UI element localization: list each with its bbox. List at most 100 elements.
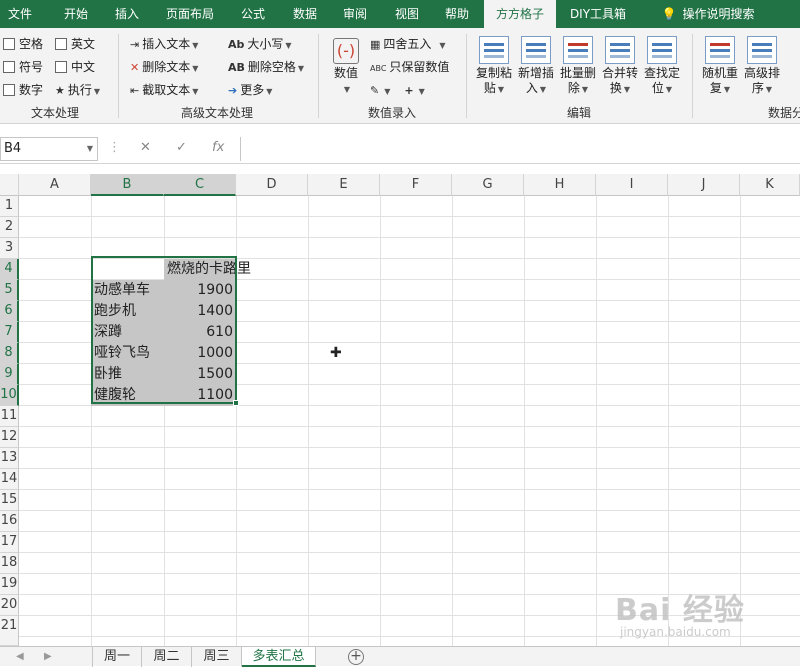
advanced-sort-button[interactable]: 高级排序 ▼ bbox=[742, 34, 782, 102]
checkbox-symbol[interactable]: 符号 bbox=[3, 57, 43, 77]
more-button[interactable]: ➔ 更多 ▼ bbox=[228, 80, 272, 100]
insert-new-button[interactable]: 新增插入 ▼ bbox=[516, 34, 556, 102]
row-header-5[interactable]: 5 bbox=[0, 280, 19, 301]
sheet-tab-monday[interactable]: 周一 bbox=[92, 647, 142, 667]
tab-view[interactable]: 视图 bbox=[384, 0, 430, 28]
row-header-3[interactable]: 3 bbox=[0, 238, 19, 259]
batch-delete-label-1: 批量删 bbox=[559, 66, 596, 80]
tab-file[interactable]: 文件 bbox=[0, 0, 40, 28]
case-button[interactable]: Ab 大小写 ▼ bbox=[228, 34, 292, 54]
row-header-12[interactable]: 12 bbox=[0, 427, 19, 448]
selection-border bbox=[91, 256, 237, 404]
column-header-i[interactable]: I bbox=[596, 174, 668, 196]
column-header-b[interactable]: B bbox=[91, 174, 164, 196]
checkbox-icon bbox=[3, 61, 15, 73]
column-header-j[interactable]: J bbox=[668, 174, 740, 196]
row-header-7[interactable]: 7 bbox=[0, 322, 19, 343]
fill-handle[interactable] bbox=[233, 400, 239, 406]
checkbox-english[interactable]: 英文 bbox=[55, 34, 95, 54]
entry-tool-button[interactable]: ✎ ▼ + ▼ bbox=[370, 80, 425, 100]
pencil-icon: ✎ bbox=[370, 84, 380, 97]
tab-fangfanggezi[interactable]: 方方格子 bbox=[484, 0, 556, 28]
copy-paste-button[interactable]: 复制粘贴 ▼ bbox=[474, 34, 514, 102]
column-header-h[interactable]: H bbox=[524, 174, 596, 196]
row-header-19[interactable]: 19 bbox=[0, 574, 19, 595]
sheet-tab-wednesday[interactable]: 周三 bbox=[192, 647, 242, 667]
cancel-icon[interactable]: ✕ bbox=[140, 140, 151, 155]
chevron-down-icon: ▼ bbox=[765, 85, 773, 94]
row-header-17[interactable]: 17 bbox=[0, 532, 19, 553]
row-header-9[interactable]: 9 bbox=[0, 364, 19, 385]
tab-home[interactable]: 开始 bbox=[52, 0, 100, 28]
column-header-e[interactable]: E bbox=[308, 174, 380, 196]
lightbulb-icon: 💡 bbox=[661, 7, 677, 21]
confirm-icon[interactable]: ✓ bbox=[176, 140, 187, 155]
insert-text-button[interactable]: ⇥ 插入文本 ▼ bbox=[130, 34, 198, 54]
row-header-2[interactable]: 2 bbox=[0, 217, 19, 238]
column-header-k[interactable]: K bbox=[740, 174, 800, 196]
tab-data[interactable]: 数据 bbox=[282, 0, 328, 28]
row-header-13[interactable]: 13 bbox=[0, 448, 19, 469]
insert-text-icon: ⇥ bbox=[130, 38, 140, 51]
tab-help[interactable]: 帮助 bbox=[434, 0, 480, 28]
ribbon: 空格 英文 符号 中文 数字 ★ 执行 ▼ 文本处理 ⇥ 插入文本 ▼ ✕ 删除文本 ▼ ⇤… bbox=[0, 28, 800, 124]
row-header-15[interactable]: 15 bbox=[0, 490, 19, 511]
tab-insert[interactable]: 插入 bbox=[104, 0, 150, 28]
find-locate-button[interactable]: 查找定位 ▼ bbox=[642, 34, 682, 102]
batch-delete-button[interactable]: 批量删除 ▼ bbox=[558, 34, 598, 102]
tab-diy-toolbox[interactable]: DIY工具箱 bbox=[562, 0, 634, 28]
tab-page-layout[interactable]: 页面布局 bbox=[158, 0, 222, 28]
group-divider bbox=[318, 34, 319, 118]
tab-search[interactable]: 💡 操作说明搜索 bbox=[648, 0, 768, 28]
row-header-21[interactable]: 21 bbox=[0, 616, 19, 646]
checkbox-chinese[interactable]: 中文 bbox=[55, 57, 95, 77]
column-header-c[interactable]: C bbox=[164, 174, 236, 196]
row-header-16[interactable]: 16 bbox=[0, 511, 19, 532]
checkbox-space[interactable]: 空格 bbox=[3, 34, 43, 54]
grid-line bbox=[740, 196, 741, 646]
column-header-f[interactable]: F bbox=[380, 174, 452, 196]
search-tab-label: 操作说明搜索 bbox=[682, 7, 755, 21]
column-header-g[interactable]: G bbox=[452, 174, 524, 196]
round-button[interactable]: ▦ 四舍五入 ▼ bbox=[370, 34, 446, 54]
next-sheet-icon[interactable]: ▶ bbox=[44, 647, 52, 667]
delete-text-button[interactable]: ✕ 删除文本 ▼ bbox=[130, 57, 198, 77]
select-all-corner[interactable] bbox=[0, 174, 19, 196]
keep-value-button[interactable]: ABC 只保留数值 bbox=[370, 57, 449, 77]
chevron-down-icon: ▼ bbox=[192, 87, 199, 96]
name-box[interactable]: B4 ▼ bbox=[0, 137, 98, 161]
prev-sheet-icon[interactable]: ◀ bbox=[16, 647, 24, 667]
sheet-tab-summary[interactable]: 多表汇总 bbox=[242, 647, 316, 667]
sheet-tab-bar: ◀ ▶ 周一 周二 周三 多表汇总 + bbox=[0, 646, 800, 667]
row-header-4[interactable]: 4 bbox=[0, 259, 19, 280]
execute-button[interactable]: ★ 执行 ▼ bbox=[55, 80, 100, 100]
row-header-18[interactable]: 18 bbox=[0, 553, 19, 574]
insert-function-icon[interactable]: fx bbox=[212, 140, 224, 155]
row-header-8[interactable]: 8 bbox=[0, 343, 19, 364]
group-label-number-entry: 数值录入 bbox=[367, 106, 416, 120]
delete-space-button[interactable]: AB 删除空格 ▼ bbox=[228, 57, 304, 77]
chevron-down-icon: ▼ bbox=[86, 144, 93, 153]
checkbox-number[interactable]: 数字 bbox=[3, 80, 43, 100]
tab-review[interactable]: 审阅 bbox=[332, 0, 378, 28]
formula-input[interactable] bbox=[240, 137, 800, 161]
row-header-10[interactable]: 10 bbox=[0, 385, 19, 406]
grid-line bbox=[668, 196, 669, 646]
tab-formulas[interactable]: 公式 bbox=[230, 0, 276, 28]
row-header-1[interactable]: 1 bbox=[0, 196, 19, 217]
chevron-down-icon: ▼ bbox=[285, 41, 292, 50]
row-header-20[interactable]: 20 bbox=[0, 595, 19, 616]
column-header-d[interactable]: D bbox=[236, 174, 308, 196]
random-repeat-button[interactable]: 随机重复 ▼ bbox=[700, 34, 740, 102]
chevron-down-icon: ▼ bbox=[497, 85, 505, 94]
extract-text-button[interactable]: ⇤ 截取文本 ▼ bbox=[130, 80, 198, 100]
sheet-tab-tuesday[interactable]: 周二 bbox=[142, 647, 192, 667]
merge-convert-button[interactable]: 合并转换 ▼ bbox=[600, 34, 640, 102]
column-header-a[interactable]: A bbox=[19, 174, 91, 196]
value-button[interactable]: (-) 数值 ▼ bbox=[326, 34, 366, 102]
row-header-6[interactable]: 6 bbox=[0, 301, 19, 322]
row-header-11[interactable]: 11 bbox=[0, 406, 19, 427]
delete-text-label: 删除文本 bbox=[142, 60, 191, 74]
row-header-14[interactable]: 14 bbox=[0, 469, 19, 490]
add-sheet-button[interactable]: + bbox=[348, 649, 364, 665]
